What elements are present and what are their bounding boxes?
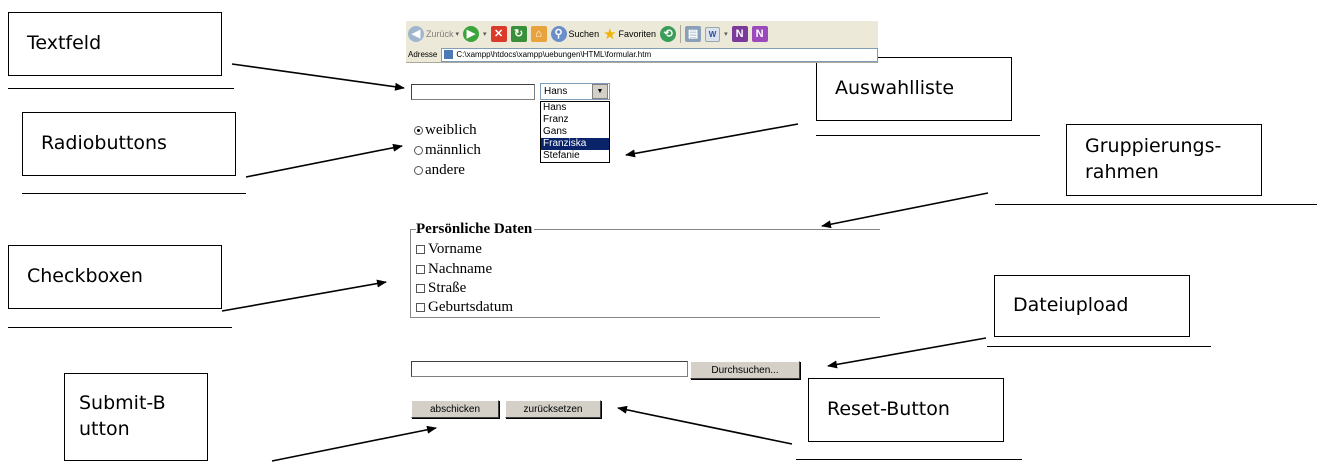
arrow-radiobuttons <box>245 143 403 178</box>
arrow-gruppierungsrahmen <box>821 192 989 229</box>
arrow-textfeld <box>231 63 405 91</box>
annotation-arrows <box>221 63 989 462</box>
arrow-checkboxen <box>221 279 387 312</box>
arrow-auswahlliste <box>625 123 799 158</box>
arrow-dateiupload <box>827 337 987 369</box>
arrow-submit <box>271 425 437 462</box>
arrow-reset <box>617 405 793 445</box>
